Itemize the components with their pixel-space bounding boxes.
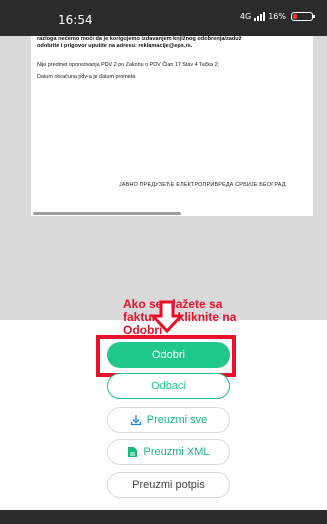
download-icon xyxy=(130,415,141,426)
document-line-tax: Nije predmet oporezivanja PDV 2 po Zakon… xyxy=(37,62,220,68)
file-icon xyxy=(128,447,138,457)
approve-label: Odobri xyxy=(151,349,186,361)
approve-button[interactable]: Odobri xyxy=(107,342,230,368)
battery-label: 16% xyxy=(268,12,286,21)
horizontal-scrollbar[interactable] xyxy=(33,212,181,215)
document-footer: ЈАВНО ПРЕДУЗЕЋЕ ЕЛЕКТРОПРИВРЕДА СРБИЈЕ Б… xyxy=(119,182,286,188)
status-time: 16:54 xyxy=(58,13,93,27)
reject-label: Odbaci xyxy=(151,380,186,392)
document-line-date: Datum obračuna pdv-a je datum prometa xyxy=(37,74,136,80)
network-label: 4G xyxy=(239,12,252,21)
signal-icon xyxy=(254,12,266,21)
download-signature-button[interactable]: Preuzmi potpis xyxy=(107,472,230,498)
download-signature-label: Preuzmi potpis xyxy=(132,479,205,491)
document-page: razloga nećemo moći da je korigujemo izd… xyxy=(31,36,313,216)
status-indicators: 4G 16% xyxy=(239,12,315,21)
battery-icon xyxy=(291,12,315,21)
download-all-button[interactable]: Preuzmi sve xyxy=(107,407,230,433)
reject-button[interactable]: Odbaci xyxy=(107,373,230,399)
annotation-arrow-icon xyxy=(150,300,184,334)
document-bold-text: razloga nećemo moći da je korigujemo izd… xyxy=(37,36,242,49)
document-viewer[interactable]: razloga nećemo moći da je korigujemo izd… xyxy=(0,36,327,337)
download-xml-button[interactable]: Preuzmi XML xyxy=(107,439,230,465)
download-all-label: Preuzmi sve xyxy=(146,414,208,426)
download-xml-label: Preuzmi XML xyxy=(143,446,210,458)
annotation-text: Ako se slažete sa fakturom kliknite na O… xyxy=(123,297,237,337)
status-bar: 16:54 4G 16% xyxy=(0,0,327,36)
navigation-bar xyxy=(0,510,327,524)
